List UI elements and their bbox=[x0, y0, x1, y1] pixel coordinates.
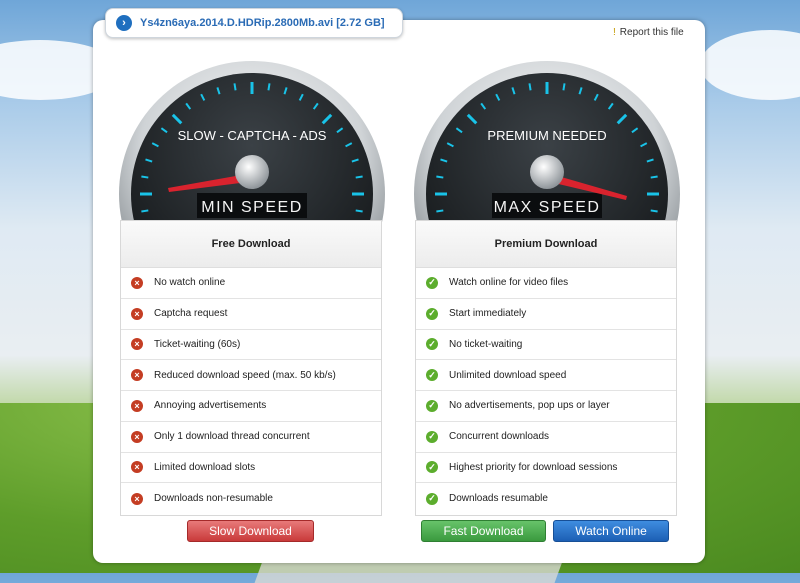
feature-row: × Reduced download speed (max. 50 kb/s) bbox=[121, 360, 381, 391]
gauge-tick bbox=[141, 209, 149, 213]
feature-row: ✓ Concurrent downloads bbox=[416, 422, 676, 453]
free-gauge-top-text: SLOW - CAPTCHA - ADS bbox=[178, 128, 327, 143]
cross-icon: × bbox=[131, 307, 143, 320]
gauge-tick bbox=[267, 83, 271, 91]
feature-label: No watch online bbox=[154, 277, 226, 289]
feature-row: ✓ No ticket-waiting bbox=[416, 330, 676, 361]
cross-icon: × bbox=[131, 461, 143, 474]
gauge-tick bbox=[650, 175, 658, 179]
premium-gauge-hub bbox=[530, 155, 564, 189]
check-icon: ✓ bbox=[426, 338, 438, 351]
gauge-tick bbox=[233, 83, 237, 91]
feature-label: Captcha request bbox=[154, 308, 228, 320]
gauge-tick bbox=[355, 175, 363, 179]
fast-download-button[interactable]: Fast Download bbox=[421, 520, 546, 542]
cross-icon: × bbox=[131, 369, 143, 382]
check-icon: ✓ bbox=[426, 276, 438, 289]
feature-label: Annoying advertisements bbox=[154, 400, 267, 412]
feature-label: Downloads resumable bbox=[449, 493, 548, 505]
premium-download-column: Premium Download ✓ Watch online for video… bbox=[415, 220, 677, 516]
feature-row: ✓ Highest priority for download sessions bbox=[416, 453, 676, 484]
premium-gauge-top-text: PREMIUM NEEDED bbox=[487, 128, 606, 143]
cross-icon: × bbox=[131, 276, 143, 289]
free-speed-gauge: SLOW - CAPTCHA - ADS MIN SPEED bbox=[118, 60, 386, 230]
feature-row: × Only 1 download thread concurrent bbox=[121, 422, 381, 453]
feature-label: No advertisements, pop ups or layer bbox=[449, 400, 610, 412]
cloud bbox=[700, 30, 800, 100]
feature-label: Ticket-waiting (60s) bbox=[154, 338, 241, 350]
cross-icon: × bbox=[131, 399, 143, 412]
cross-icon: × bbox=[131, 492, 143, 505]
free-gauge-bottom-text: MIN SPEED bbox=[201, 199, 303, 216]
feature-row: ✓ Start immediately bbox=[416, 299, 676, 330]
feature-label: Unlimited download speed bbox=[449, 369, 567, 381]
feature-label: Downloads non-resumable bbox=[154, 493, 273, 505]
gauge-tick bbox=[436, 175, 444, 179]
check-icon: ✓ bbox=[426, 492, 438, 505]
check-icon: ✓ bbox=[426, 369, 438, 382]
report-link[interactable]: ! Report this file bbox=[613, 27, 684, 38]
watch-online-button[interactable]: Watch Online bbox=[553, 520, 669, 542]
free-download-column: Free Download × No watch online × Captcha … bbox=[120, 220, 382, 516]
gauge-tick bbox=[528, 83, 532, 91]
check-icon: ✓ bbox=[426, 307, 438, 320]
gauge-tick bbox=[141, 175, 149, 179]
feature-row: × Limited download slots bbox=[121, 453, 381, 484]
gauge-tick bbox=[355, 209, 363, 213]
feature-label: Only 1 download thread concurrent bbox=[154, 431, 310, 443]
feature-row: × Annoying advertisements bbox=[121, 391, 381, 422]
premium-speed-gauge: PREMIUM NEEDED MAX SPEED bbox=[413, 60, 681, 230]
file-name-tab[interactable]: › Ys4zn6aya.2014.D.HDRip.2800Mb.avi [2.7… bbox=[105, 8, 403, 38]
feature-label: Concurrent downloads bbox=[449, 431, 550, 443]
free-gauge-hub bbox=[235, 155, 269, 189]
gauge-tick bbox=[650, 209, 658, 213]
check-icon: ✓ bbox=[426, 461, 438, 474]
feature-label: Limited download slots bbox=[154, 461, 256, 473]
premium-column-title: Premium Download bbox=[416, 221, 676, 268]
feature-label: Start immediately bbox=[449, 308, 527, 320]
arrow-right-icon: › bbox=[116, 15, 132, 31]
check-icon: ✓ bbox=[426, 399, 438, 412]
feature-row: ✓ Downloads resumable bbox=[416, 483, 676, 514]
feature-label: No ticket-waiting bbox=[449, 338, 523, 350]
feature-label: Reduced download speed (max. 50 kb/s) bbox=[154, 369, 336, 381]
feature-row: ✓ No advertisements, pop ups or layer bbox=[416, 391, 676, 422]
gauge-tick bbox=[436, 209, 444, 213]
free-column-title: Free Download bbox=[121, 221, 381, 268]
premium-gauge-bottom-text: MAX SPEED bbox=[494, 199, 601, 216]
feature-row: × No watch online bbox=[121, 268, 381, 299]
feature-row: × Ticket-waiting (60s) bbox=[121, 330, 381, 361]
check-icon: ✓ bbox=[426, 430, 438, 443]
cross-icon: × bbox=[131, 338, 143, 351]
feature-label: Highest priority for download sessions bbox=[449, 461, 618, 473]
feature-row: × Downloads non-resumable bbox=[121, 483, 381, 514]
feature-row: × Captcha request bbox=[121, 299, 381, 330]
report-label[interactable]: Report this file bbox=[620, 27, 684, 38]
slow-download-button[interactable]: Slow Download bbox=[187, 520, 314, 542]
warning-icon: ! bbox=[613, 27, 616, 38]
feature-label: Watch online for video files bbox=[449, 277, 569, 289]
feature-row: ✓ Unlimited download speed bbox=[416, 360, 676, 391]
file-name[interactable]: Ys4zn6aya.2014.D.HDRip.2800Mb.avi [2.72 … bbox=[140, 17, 385, 29]
feature-row: ✓ Watch online for video files bbox=[416, 268, 676, 299]
cross-icon: × bbox=[131, 430, 143, 443]
gauge-tick bbox=[562, 83, 566, 91]
